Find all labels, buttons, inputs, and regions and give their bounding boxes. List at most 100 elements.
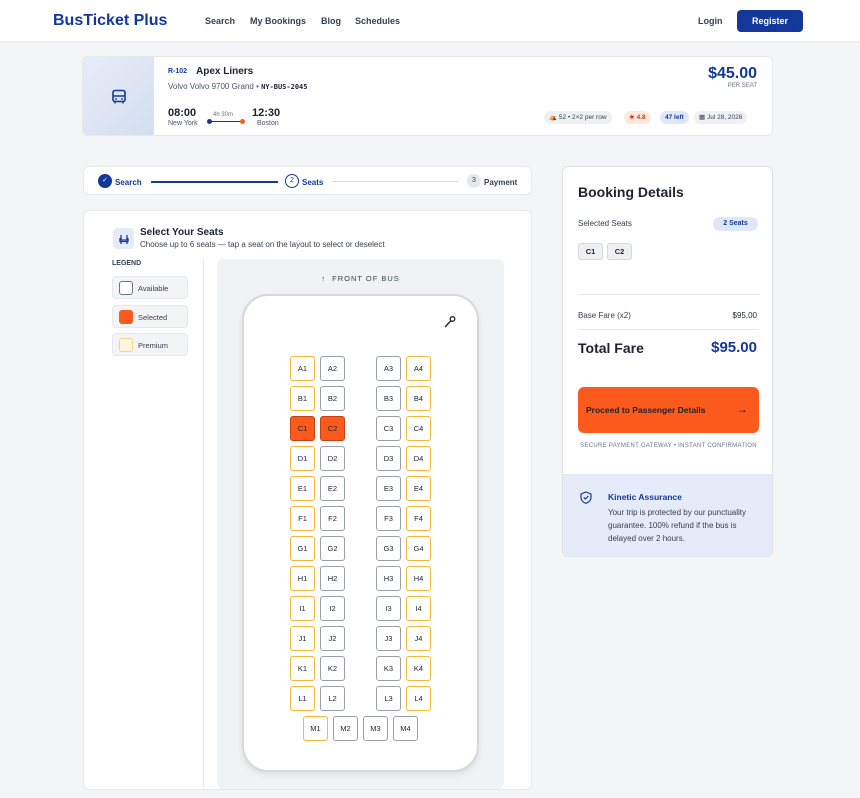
seat-l3[interactable]: L3 — [376, 686, 401, 711]
seat-f4[interactable]: F4 — [406, 506, 431, 531]
seat-d2[interactable]: D2 — [320, 446, 345, 471]
seat-b1[interactable]: B1 — [290, 386, 315, 411]
seat-k4[interactable]: K4 — [406, 656, 431, 681]
seat-g4[interactable]: G4 — [406, 536, 431, 561]
seat-h4[interactable]: H4 — [406, 566, 431, 591]
origin-dot — [207, 119, 212, 124]
date-text: Jul 28, 2026 — [706, 114, 743, 121]
seat-i1[interactable]: I1 — [290, 596, 315, 621]
login-link[interactable]: Login — [698, 16, 723, 26]
legend-selected-label: Selected — [138, 313, 168, 322]
step-line-complete — [151, 181, 278, 183]
seat-g1[interactable]: G1 — [290, 536, 315, 561]
seat-g3[interactable]: G3 — [376, 536, 401, 561]
seat-k2[interactable]: K2 — [320, 656, 345, 681]
seat-m3[interactable]: M3 — [363, 716, 388, 741]
seat-m1[interactable]: M1 — [303, 716, 328, 741]
depart-city: New York — [168, 120, 198, 127]
legend-available: Available — [112, 276, 188, 299]
arrive-city: Boston — [257, 120, 279, 127]
seat-k3[interactable]: K3 — [376, 656, 401, 681]
divider — [578, 329, 759, 330]
seat-d1[interactable]: D1 — [290, 446, 315, 471]
seat-c4[interactable]: C4 — [406, 416, 431, 441]
seat-f1[interactable]: F1 — [290, 506, 315, 531]
vehicle-model: Volvo Volvo 9700 Grand • — [168, 82, 259, 91]
seat-b3[interactable]: B3 — [376, 386, 401, 411]
seat-f2[interactable]: F2 — [320, 506, 345, 531]
seat-c1[interactable]: C1 — [290, 416, 315, 441]
step-search[interactable]: Search — [115, 178, 142, 187]
step-number-2: 2 — [285, 174, 299, 188]
seat-i4[interactable]: I4 — [406, 596, 431, 621]
seat-g2[interactable]: G2 — [320, 536, 345, 561]
brand-logo[interactable]: BusTicket Plus — [53, 12, 167, 30]
booking-title: Booking Details — [578, 184, 684, 200]
seat-l1[interactable]: L1 — [290, 686, 315, 711]
date-chip: ▦ Jul 28, 2026 — [694, 111, 748, 124]
seat-a3[interactable]: A3 — [376, 356, 401, 381]
seat-e3[interactable]: E3 — [376, 476, 401, 501]
seat-a4[interactable]: A4 — [406, 356, 431, 381]
selected-seats-label: Selected Seats — [578, 219, 632, 228]
seat-j2[interactable]: J2 — [320, 626, 345, 651]
seat-m4[interactable]: M4 — [393, 716, 418, 741]
seat-l4[interactable]: L4 — [406, 686, 431, 711]
seat-b2[interactable]: B2 — [320, 386, 345, 411]
seat-j1[interactable]: J1 — [290, 626, 315, 651]
select-seats-subtitle: Choose up to 6 seats — tap a seat on the… — [140, 240, 385, 249]
seat-e4[interactable]: E4 — [406, 476, 431, 501]
seat-d3[interactable]: D3 — [376, 446, 401, 471]
assurance-title: Kinetic Assurance — [608, 492, 682, 502]
bus-icon — [83, 57, 154, 135]
vehicle-info: Volvo Volvo 9700 Grand • NY-BUS-2045 — [168, 82, 307, 91]
capacity-text: 52 • 2×2 per row — [558, 114, 607, 121]
star-icon: ★ — [629, 114, 635, 121]
front-of-bus-label: ↑ FRONT OF BUS — [217, 274, 504, 283]
nav-schedules[interactable]: Schedules — [355, 16, 400, 26]
seat-j3[interactable]: J3 — [376, 626, 401, 651]
seat-price: $45.00 — [708, 65, 757, 82]
seat-f3[interactable]: F3 — [376, 506, 401, 531]
legend-selected: Selected — [112, 305, 188, 328]
seat-i2[interactable]: I2 — [320, 596, 345, 621]
total-fare-label: Total Fare — [578, 340, 644, 356]
seat-m2[interactable]: M2 — [333, 716, 358, 741]
seat-d4[interactable]: D4 — [406, 446, 431, 471]
bus-body: A1 A2 A3 A4 B1 B2 B3 B4 C1 C2 C3 C4 D1 D2 D3 D4 E1 E2 E3 E4… — [242, 294, 479, 772]
seat-b4[interactable]: B4 — [406, 386, 431, 411]
seat-e1[interactable]: E1 — [290, 476, 315, 501]
seat-k1[interactable]: K1 — [290, 656, 315, 681]
seat-c2[interactable]: C2 — [320, 416, 345, 441]
assurance-box: Kinetic Assurance Your trip is protected… — [563, 474, 772, 556]
nav-blog[interactable]: Blog — [321, 16, 341, 26]
legend-premium-label: Premium — [138, 341, 169, 350]
seat-l2[interactable]: L2 — [320, 686, 345, 711]
route-timeline — [210, 121, 243, 122]
price-unit: PER SEAT — [727, 83, 757, 89]
step-payment[interactable]: Payment — [484, 178, 517, 187]
arrow-right-icon: → — [736, 402, 748, 416]
seat-a1[interactable]: A1 — [290, 356, 315, 381]
check-icon: ✓ — [98, 174, 112, 188]
assurance-text: Your trip is protected by our punctualit… — [608, 508, 747, 543]
legend-available-label: Available — [138, 284, 169, 293]
seat-e2[interactable]: E2 — [320, 476, 345, 501]
seat-i3[interactable]: I3 — [376, 596, 401, 621]
seat-j4[interactable]: J4 — [406, 626, 431, 651]
seat-a2[interactable]: A2 — [320, 356, 345, 381]
register-button[interactable]: Register — [737, 10, 803, 32]
seat-h1[interactable]: H1 — [290, 566, 315, 591]
selected-swatch — [119, 310, 133, 324]
nav-search[interactable]: Search — [205, 16, 235, 26]
seat-icon: ⛺ — [549, 114, 558, 121]
seat-h3[interactable]: H3 — [376, 566, 401, 591]
arrow-up-icon: ↑ — [321, 274, 326, 283]
seat-c3[interactable]: C3 — [376, 416, 401, 441]
nav-my-bookings[interactable]: My Bookings — [250, 16, 306, 26]
seat-h2[interactable]: H2 — [320, 566, 345, 591]
step-seats[interactable]: Seats — [302, 178, 323, 187]
proceed-button[interactable]: Proceed to Passenger Details → — [578, 387, 759, 433]
trip-summary-card: R-102 Apex Liners Volvo Volvo 9700 Grand… — [82, 56, 773, 136]
proceed-label: Proceed to Passenger Details — [586, 405, 706, 415]
